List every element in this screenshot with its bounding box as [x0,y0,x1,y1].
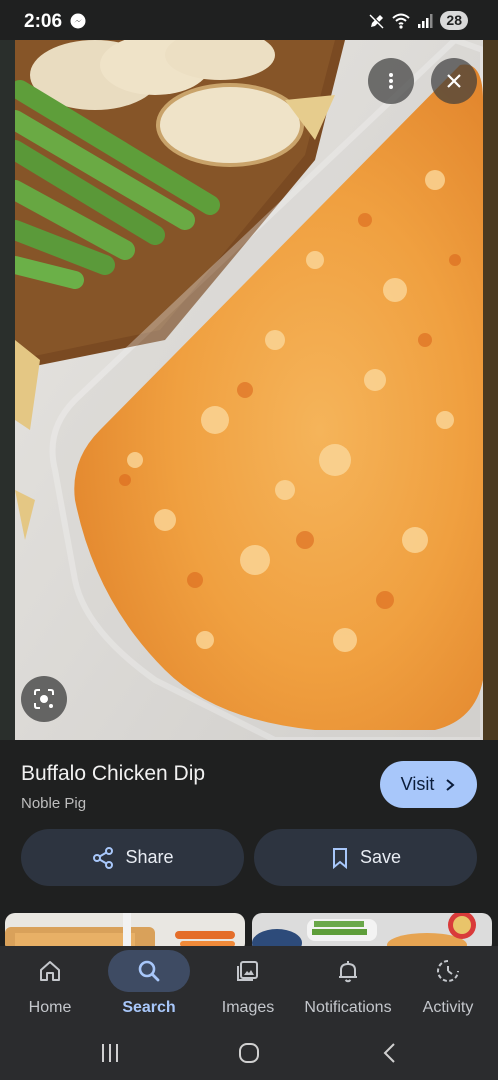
home-circle-icon [239,1043,259,1063]
lens-icon [34,689,54,709]
nav-images[interactable]: Images [198,946,298,1026]
bottom-nav: Home Search Images Notifications Activit… [0,946,498,1026]
images-icon [237,961,258,981]
messenger-icon [70,13,86,29]
status-time: 2:06 [24,11,63,32]
lens-button[interactable] [21,676,67,722]
status-bar: 2:06 28 [0,0,498,40]
save-button[interactable]: Save [254,829,477,886]
more-options-button[interactable] [368,58,414,104]
battery-level: 28 [440,11,468,30]
nav-label: Activity [422,999,474,1016]
result-info: Buffalo Chicken Dip Noble Pig Visit Shar… [0,740,498,910]
nav-label: Notifications [304,999,392,1016]
bookmark-icon [332,847,347,869]
search-icon [138,960,160,982]
nav-activity[interactable]: Activity [398,946,498,1026]
nav-search[interactable]: Search [99,946,199,1026]
related-image[interactable] [5,913,245,946]
wifi-icon [392,13,411,29]
nav-label: Home [28,999,72,1016]
hero-right-edge [483,40,498,740]
signal-icon [418,13,433,28]
hero-left-edge [0,40,15,740]
chevron-right-icon [446,778,455,791]
recents-icon [102,1044,118,1062]
back-icon [383,1043,395,1063]
close-icon [447,74,461,88]
share-label: Share [125,847,174,867]
pen-off-icon [369,12,386,29]
result-source: Noble Pig [21,795,87,812]
related-image[interactable] [252,913,492,946]
nav-label: Images [221,999,275,1016]
result-title[interactable]: Buffalo Chicken Dip [21,762,205,786]
related-images [0,910,498,946]
more-vert-icon [389,73,393,89]
system-nav [0,1026,498,1080]
status-icons: 28 [368,11,468,30]
share-button[interactable]: Share [21,829,244,886]
home-icon [40,961,60,981]
close-button[interactable] [431,58,477,104]
food-photo [15,40,483,740]
visit-label: Visit [400,774,435,794]
visit-button[interactable]: Visit [380,761,477,808]
bell-icon [339,961,357,983]
back-button[interactable] [370,1036,410,1070]
nav-home[interactable]: Home [0,946,100,1026]
activity-icon [437,960,459,982]
nav-notifications[interactable]: Notifications [298,946,398,1026]
nav-label: Search [122,999,176,1016]
share-icon [93,846,114,869]
hero-image[interactable] [0,40,498,740]
home-system-button[interactable] [229,1036,269,1070]
save-label: Save [359,847,402,867]
recents-button[interactable] [90,1036,130,1070]
